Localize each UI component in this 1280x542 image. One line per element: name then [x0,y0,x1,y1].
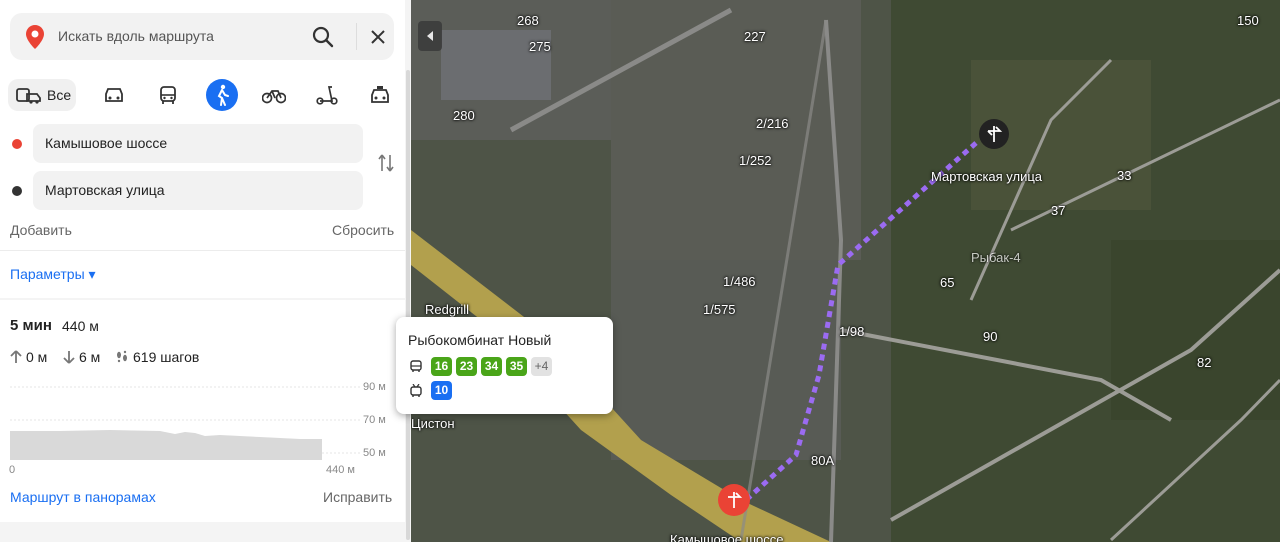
poi-diston[interactable]: Цистон [411,416,455,431]
arrow-up-icon [10,350,22,363]
panorama-route-button[interactable]: Маршрут в панорамах [10,489,156,505]
mode-bike-button[interactable] [258,79,290,111]
footprints-icon [117,350,127,363]
transit-stop-popup[interactable]: Рыбокомбинат Новый 16 23 34 35 +4 10 [396,317,613,414]
mode-transit-button[interactable] [152,79,184,111]
bus-route-badge[interactable]: 35 [506,357,527,376]
route-panel: Искать вдоль маршрута Все Камышовое шосс… [0,0,405,542]
poi-redgrill[interactable]: Redgrill [425,302,469,317]
from-field[interactable]: Камышовое шоссе [33,124,363,163]
mode-scooter-button[interactable] [311,79,343,111]
search-placeholder[interactable]: Искать вдоль маршрута [58,28,214,44]
to-field-value: Мартовская улица [45,182,165,198]
house-number: 1/252 [739,153,772,168]
bus-route-badge[interactable]: 34 [481,357,502,376]
house-number: 80А [811,453,835,468]
divider [0,250,405,251]
reset-button[interactable]: Сбросить [332,222,394,238]
house-number: 227 [744,29,766,44]
satellite-map[interactable]: 268 275 280 227 2/216 1/252 1/486 1/575 … [411,0,1280,542]
steps-value: 619 шагов [133,349,200,365]
start-point-dot [12,139,22,149]
bus-route-badge[interactable]: 16 [431,357,452,376]
house-number: 268 [517,13,539,28]
bicycle-icon [262,90,286,104]
from-field-value: Камышовое шоссе [45,135,168,151]
house-number: 82 [1197,355,1212,370]
house-number: 280 [453,108,475,123]
elev-axis-start: 0 [9,464,16,476]
route-summary-card[interactable]: 5 мин 440 м 0 м 6 м 619 шагов 90 м 70 м … [0,300,405,522]
descent-value: 6 м [79,349,101,365]
elev-min-label: 50 м [363,447,386,459]
district-label: Рыбак-4 [971,250,1021,265]
route-search-box[interactable]: Искать вдоль маршрута [10,13,394,60]
chevron-left-icon [427,31,433,41]
mode-all-label: Все [47,87,72,103]
mode-all-button[interactable]: Все [8,79,76,111]
trolleybus-icon [410,384,422,397]
route-time: 5 мин [10,317,52,334]
house-number: 1/98 [839,324,865,339]
parameters-button[interactable]: Параметры ▾ [10,266,96,283]
swap-icon[interactable] [376,152,396,179]
next-card-edge [0,522,405,542]
panel-scrollbar-thumb[interactable] [406,70,410,540]
ascent-value: 0 м [26,349,48,365]
house-number: 65 [940,275,955,290]
steps-stat: 619 шагов [115,349,199,365]
car-icon [105,88,123,102]
house-number: 90 [983,329,998,344]
house-number: 275 [529,39,551,54]
end-point-dot [12,186,22,196]
house-number: 150 [1237,13,1259,28]
elevation-chart [10,378,360,460]
car-bus-icon [16,88,41,104]
close-icon[interactable] [366,25,390,49]
search-icon[interactable] [310,24,336,50]
transport-modes: Все [8,76,404,114]
house-number: 2/216 [756,116,789,131]
pedestrian-icon [217,84,229,106]
route-distance: 440 м [62,318,99,334]
to-field[interactable]: Мартовская улица [33,171,363,210]
scooter-icon [316,86,338,105]
map-canvas[interactable] [411,0,1280,542]
house-number: 1/575 [703,302,736,317]
start-point-label: Камышовое шоссе [670,532,784,542]
elev-axis-end: 440 м [326,464,355,476]
taxi-icon [371,86,389,103]
ascent-stat: 0 м [10,349,47,365]
mode-taxi-button[interactable] [364,79,396,111]
mode-walk-button[interactable] [206,79,238,111]
house-number: 37 [1051,203,1066,218]
end-point-label: Мартовская улица [931,169,1043,184]
location-pin-icon [26,25,44,54]
fix-route-button[interactable]: Исправить [323,489,392,505]
collapse-panel-button[interactable] [418,21,442,51]
house-number: 33 [1117,168,1132,183]
arrow-down-icon [63,351,75,364]
descent-stat: 6 м [63,349,100,365]
house-number: 1/486 [723,274,756,289]
trolley-route-badge[interactable]: 10 [431,381,452,400]
bus-route-badge[interactable]: 23 [456,357,477,376]
more-routes-badge[interactable]: +4 [531,357,552,376]
add-point-button[interactable]: Добавить [10,222,72,238]
bus-icon [160,86,176,104]
bus-icon [410,360,422,372]
stop-title: Рыбокомбинат Новый [408,332,552,348]
elev-max-label: 90 м [363,381,386,393]
elev-mid-label: 70 м [363,414,386,426]
search-divider [356,23,357,50]
mode-car-button[interactable] [98,79,130,111]
